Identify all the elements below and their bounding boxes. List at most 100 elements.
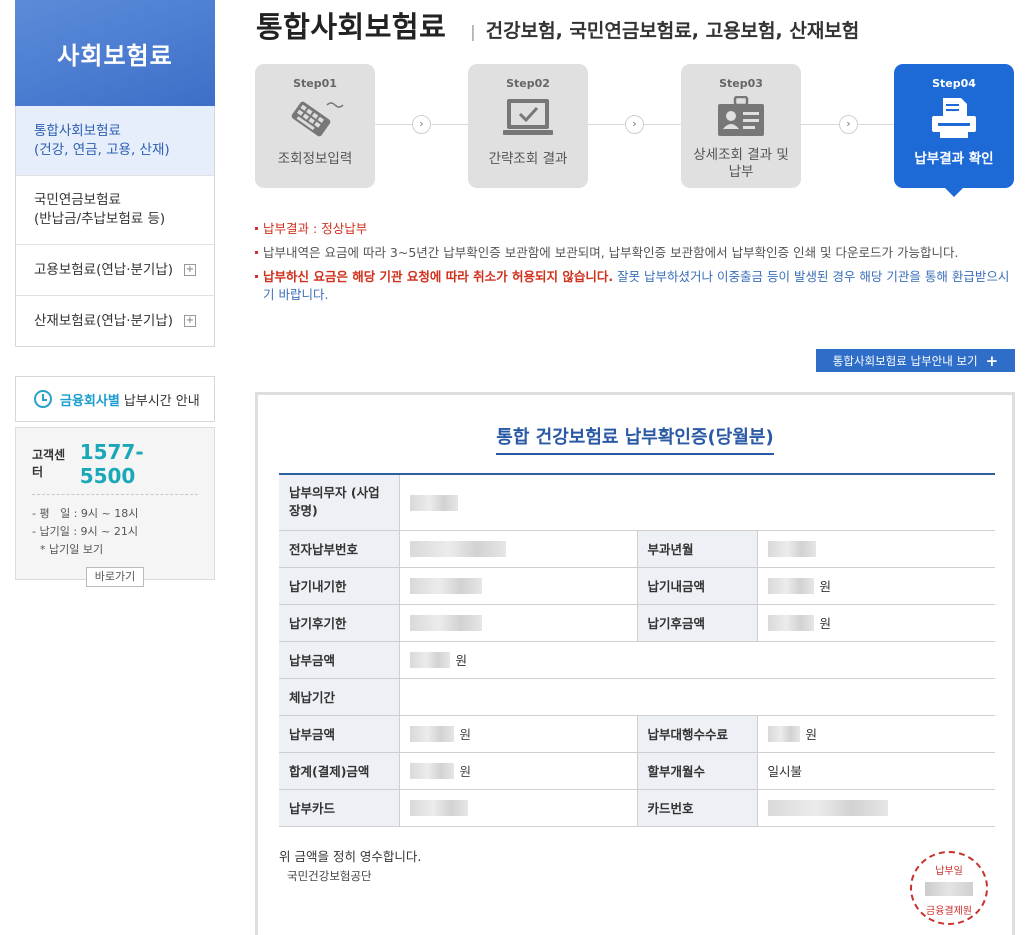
paid-amount-2-label: 납부금액: [279, 715, 400, 753]
storage-note: 납부내역은 요금에 따라 3~5년간 납부확인증 보관함에 보관되며, 납부확인…: [255, 244, 1015, 262]
step-3: Step03 상세조회 결과 및 납부: [681, 64, 801, 188]
billing-month-value: [757, 530, 995, 568]
payment-guide-label: 통합사회보험료 납부안내 보기: [832, 353, 978, 368]
expand-plus-icon[interactable]: +: [184, 315, 196, 327]
certificate-title: 통합 건강보험료 납부확인증(당월분): [496, 423, 774, 455]
arrears-period-value: [399, 678, 995, 716]
chevron-right-icon: ›: [625, 115, 644, 134]
table-row: 납기내기한 납기내금액 원: [279, 567, 995, 605]
masked-value: [767, 614, 814, 631]
customer-center-box: 고객센터 1577-5500 - 평 일 : 9시 ~ 18시 - 납기일 : …: [15, 427, 215, 587]
arrears-period-label: 체납기간: [279, 678, 400, 716]
stamp-top-text: 납부일: [935, 866, 963, 877]
won-unit: 원: [805, 727, 818, 742]
payer-label: 납부의무자 (사업장명): [279, 474, 400, 531]
sidebar-item-integrated-insurance[interactable]: 통합사회보험료 (건강, 연금, 고용, 산재): [16, 106, 214, 175]
card-number-value: [757, 789, 995, 827]
issuer-name: 국민건강보험공단: [287, 869, 372, 883]
won-unit: 원: [455, 653, 468, 668]
won-unit: 원: [459, 764, 472, 779]
table-row: 납부카드 카드번호: [279, 789, 995, 827]
masked-value: [409, 725, 454, 742]
masked-value: [409, 799, 468, 816]
won-unit: 원: [819, 616, 832, 631]
masked-value: [767, 540, 816, 557]
card-label: 납부카드: [279, 789, 400, 827]
agency-fee-value: 원: [757, 715, 995, 753]
step-label: 조회정보입력: [277, 151, 353, 167]
sidebar-item-label: 고용보험료(연납·분기납): [34, 261, 174, 278]
time-guide-text: 납부시간 안내: [123, 393, 200, 409]
cancel-warning: 납부하신 요금은 해당 기관 요청에 따라 취소가 허용되지 않습니다.: [263, 269, 614, 284]
payment-result-value: 정상납부: [321, 221, 368, 236]
printer-icon: [894, 93, 1014, 143]
agency-fee-label: 납부대행수수료: [636, 715, 758, 753]
table-row: 납기후기한 납기후금액 원: [279, 604, 995, 642]
sidebar-item-label: 국민연금보험료: [34, 192, 121, 208]
total-amount-label: 합계(결제)금액: [279, 752, 400, 790]
sidebar-item-employment-insurance[interactable]: 고용보험료(연납·분기납) +: [16, 244, 214, 295]
chevron-right-icon: ›: [412, 115, 431, 134]
step-progress: › › › Step01 조회정보입력 Step02 간략조회 결과 Step0…: [255, 64, 1015, 199]
step-number: Step02: [506, 77, 550, 90]
sidebar-item-sublabel: (반납금/추납보험료 등): [34, 211, 166, 227]
paid-amount-value: 원: [399, 641, 995, 679]
payment-time-guide-link[interactable]: 금융회사별 납부시간 안내: [15, 376, 215, 422]
won-unit: 원: [459, 727, 472, 742]
sidebar: 사회보험료 통합사회보험료 (건강, 연금, 고용, 산재) 국민연금보험료 (…: [15, 0, 215, 347]
late-amount-value: 원: [757, 604, 995, 642]
late-date-value: [399, 604, 637, 642]
sidebar-item-national-pension[interactable]: 국민연금보험료 (반납금/추납보험료 등): [16, 175, 214, 244]
step-4: Step04 납부결과 확인: [894, 64, 1014, 197]
receipt-text: 위 금액을 정히 영수합니다.: [279, 849, 422, 864]
late-amount-label: 납기후금액: [636, 604, 758, 642]
table-row: 납부금액 원: [279, 641, 995, 679]
masked-value: [409, 577, 482, 594]
notes: 납부결과 : 정상납부 납부내역은 요금에 따라 3~5년간 납부확인증 보관함…: [255, 220, 1015, 310]
due-amount-value: 원: [757, 567, 995, 605]
clock-icon: [34, 390, 52, 408]
sidebar-title: 사회보험료: [15, 0, 215, 106]
step-label: 납부결과 확인: [914, 151, 994, 167]
masked-value: [409, 540, 506, 557]
customer-center-label: 고객센터: [32, 448, 66, 479]
payment-certificate: 통합 건강보험료 납부확인증(당월분) 납부의무자 (사업장명) 전자납부번호 …: [255, 392, 1015, 935]
shortcut-button[interactable]: 바로가기: [86, 567, 144, 587]
table-row: 납부금액 원 납부대행수수료 원: [279, 715, 995, 753]
page-title: 통합사회보험료: [256, 10, 447, 44]
monitor-check-icon: [468, 93, 588, 143]
due-day-hours: - 납기일 : 9시 ~ 21시: [32, 525, 138, 538]
masked-value: [409, 651, 450, 668]
due-date-label: 납기내기한: [279, 567, 400, 605]
payer-value: [399, 474, 995, 531]
table-row: 전자납부번호 부과년월: [279, 530, 995, 568]
installments-label: 할부개월수: [636, 752, 758, 790]
customer-center-phone: 1577-5500: [79, 440, 144, 488]
step-2: Step02 간략조회 결과: [468, 64, 588, 188]
masked-value: [409, 494, 458, 511]
keyboard-icon: [255, 93, 375, 143]
card-number-label: 카드번호: [636, 789, 758, 827]
sidebar-item-industrial-accident-insurance[interactable]: 산재보험료(연납·분기납) +: [16, 295, 214, 346]
payment-stamp: 납부일 금융결제원: [910, 851, 988, 925]
stamp-bottom-text: 금융결제원: [926, 906, 972, 917]
won-unit: 원: [819, 579, 832, 594]
expand-plus-icon[interactable]: +: [184, 264, 196, 276]
table-row: 합계(결제)금액 원 할부개월수 일시불: [279, 752, 995, 790]
time-guide-highlight: 금융회사별: [60, 393, 120, 409]
due-amount-label: 납기내금액: [636, 567, 758, 605]
cancel-note: 납부하신 요금은 해당 기관 요청에 따라 취소가 허용되지 않습니다. 잘못 …: [255, 268, 1015, 304]
sidebar-item-sublabel: (건강, 연금, 고용, 산재): [34, 141, 170, 158]
due-date-value: [399, 567, 637, 605]
masked-value: [767, 577, 814, 594]
payment-guide-button[interactable]: 통합사회보험료 납부안내 보기 +: [816, 349, 1015, 372]
page-subtitle: 건강보험, 국민연금보험료, 고용보험, 산재보험: [485, 20, 860, 42]
late-date-label: 납기후기한: [279, 604, 400, 642]
masked-value: [409, 614, 482, 631]
masked-value: [409, 762, 454, 779]
masked-value: [925, 882, 973, 896]
e-number-value: [399, 530, 637, 568]
table-row: 납부의무자 (사업장명): [279, 474, 995, 531]
due-day-link[interactable]: * 납기일 보기: [32, 541, 198, 559]
installments-value: 일시불: [757, 752, 995, 790]
